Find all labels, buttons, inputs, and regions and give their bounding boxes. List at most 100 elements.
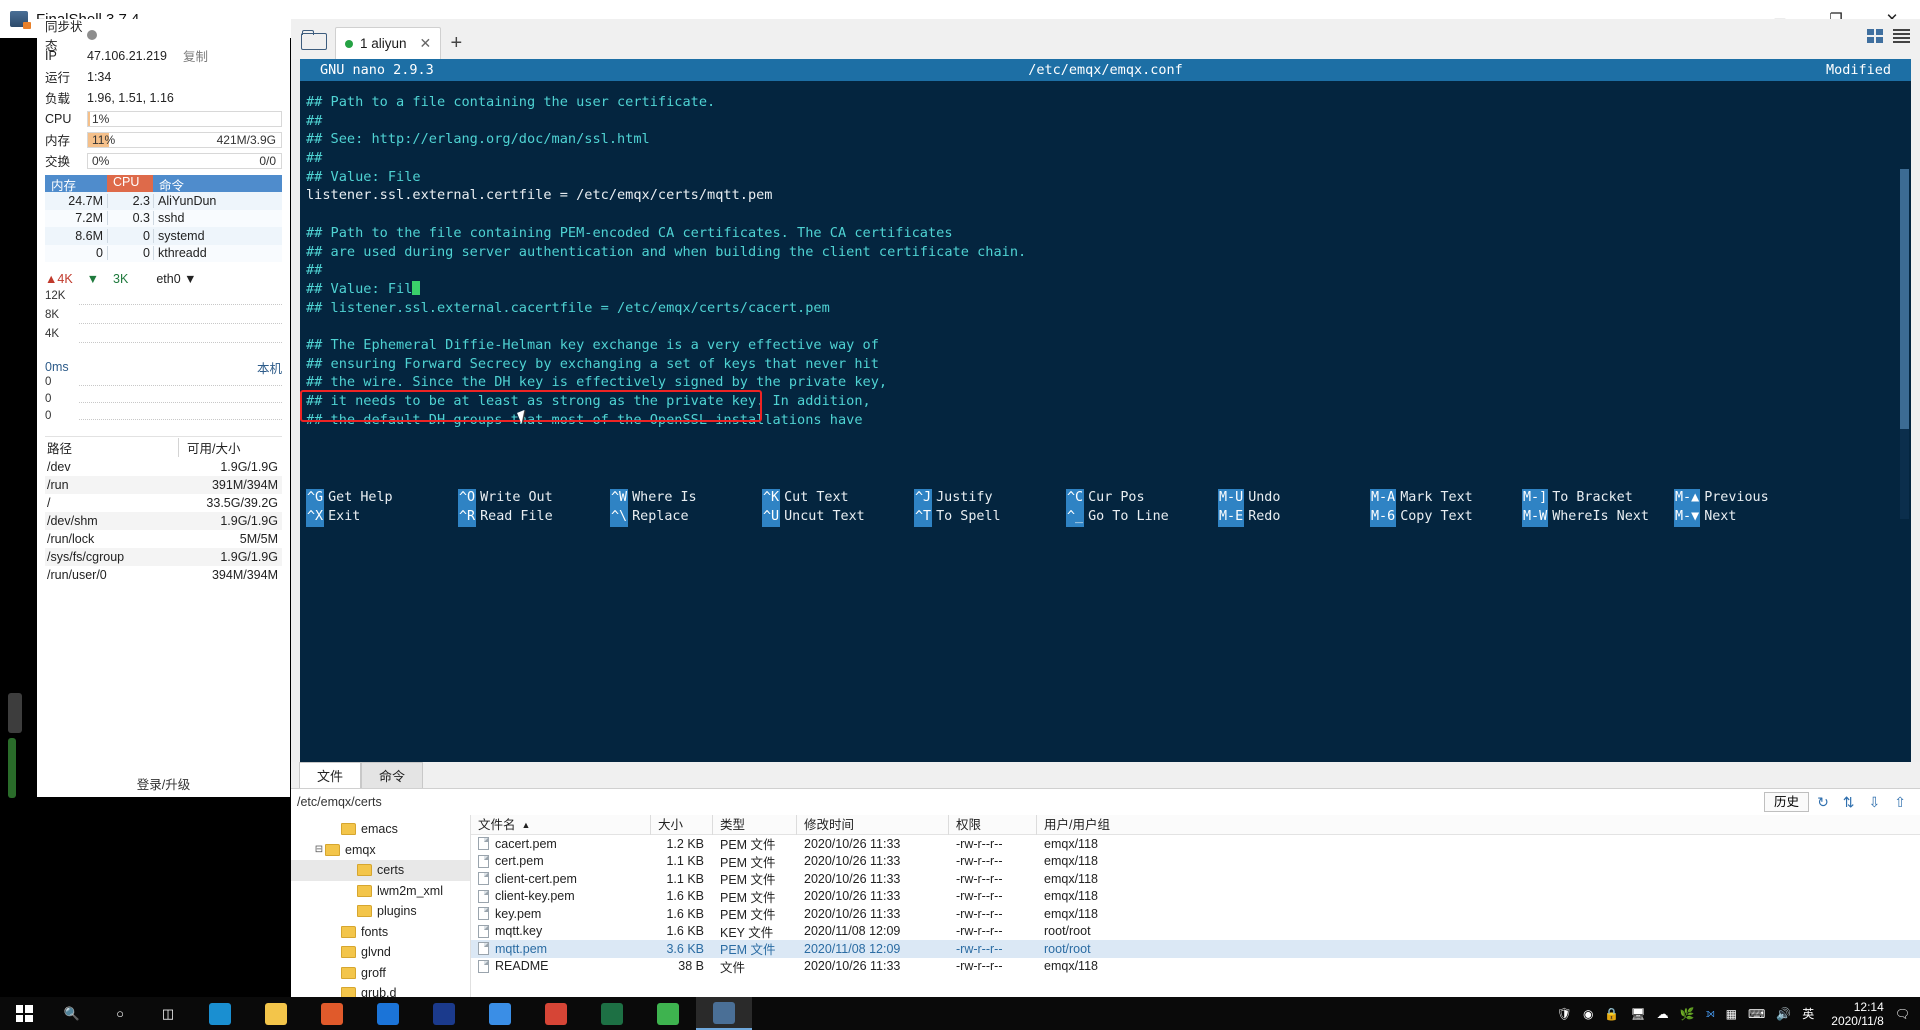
lock-icon[interactable]: 🔒 [1604,1007,1619,1021]
file-col-name[interactable]: 文件名 ▲ [471,815,651,835]
volume-icon[interactable]: 🔊 [1776,1007,1791,1021]
file-col-owner[interactable]: 用户/用户组 [1037,815,1157,835]
file-col-time[interactable]: 修改时间 [797,815,949,835]
mail-icon[interactable] [360,997,416,1030]
bluetooth-icon[interactable]: ⟕ [1706,1006,1715,1021]
taskbar-clock[interactable]: 12:14 2020/11/8 [1831,1000,1884,1028]
file-col-type[interactable]: 类型 [713,815,797,835]
keyboard-icon[interactable]: ⌨ [1748,1007,1765,1021]
process-row[interactable]: 8.6M0systemd [45,227,282,245]
path-history-button[interactable]: 历史 [1764,792,1809,812]
nano-shortcut[interactable]: M-UUndo [1218,489,1370,508]
tab-commands[interactable]: 命令 [361,762,423,788]
current-path[interactable]: /etc/emqx/certs [297,795,1764,809]
disk-col-path[interactable]: 路径 [45,438,178,457]
nano-shortcut[interactable]: ^TTo Spell [914,508,1066,527]
display-icon[interactable]: 🖥 [1630,1007,1645,1021]
disk-col-size[interactable]: 可用/大小 [178,438,282,457]
start-button[interactable] [0,997,48,1030]
disk-row[interactable]: /run/lock5M/5M [45,530,282,548]
upload-arrow-icon[interactable]: ⇅ [1843,794,1855,811]
network-interface-select[interactable]: eth0 ▼ [156,272,196,286]
tree-node[interactable]: plugins [291,901,470,922]
tree-node[interactable]: glvnd [291,942,470,963]
menu-icon[interactable] [1893,29,1910,43]
powershell-icon[interactable] [416,997,472,1030]
disk-row[interactable]: /sys/fs/cgroup1.9G/1.9G [45,548,282,566]
wps-icon[interactable] [528,997,584,1030]
process-col-mem[interactable]: 内存 [45,175,107,192]
search-button[interactable]: 🔍 [48,997,96,1030]
nano-shortcut[interactable]: M-ERedo [1218,508,1370,527]
nano-shortcut[interactable]: ^\Replace [610,508,762,527]
close-icon[interactable]: ✕ [420,35,432,52]
tree-node[interactable]: emacs [291,819,470,840]
file-row[interactable]: client-key.pem1.6 KBPEM 文件2020/10/26 11:… [471,888,1920,906]
disk-row[interactable]: /dev/shm1.9G/1.9G [45,512,282,530]
chrome-icon[interactable] [472,997,528,1030]
ime-indicator[interactable]: 英 [1802,1005,1814,1022]
leaf-icon[interactable]: 🌿 [1680,1007,1695,1021]
process-row[interactable]: 24.7M2.3AliYunDun [45,192,282,210]
tree-expander-icon[interactable]: ⊟ [313,844,325,855]
nano-shortcut[interactable]: ^CCur Pos [1066,489,1218,508]
file-row[interactable]: client-cert.pem1.1 KBPEM 文件2020/10/26 11… [471,870,1920,888]
file-row[interactable]: README38 B文件2020/10/26 11:33-rw-r--r--em… [471,958,1920,976]
nano-shortcut[interactable]: ^OWrite Out [458,489,610,508]
tree-node[interactable]: grub.d [291,983,470,997]
network-icon[interactable]: ▦ [1726,1007,1737,1021]
file-col-perm[interactable]: 权限 [949,815,1037,835]
cortana-button[interactable]: ○ [96,997,144,1030]
disk-row[interactable]: /run/user/0394M/394M [45,566,282,584]
nano-shortcut[interactable]: M-]To Bracket [1522,489,1674,508]
file-row[interactable]: cert.pem1.1 KBPEM 文件2020/10/26 11:33-rw-… [471,853,1920,871]
nano-shortcut[interactable]: ^_Go To Line [1066,508,1218,527]
process-row[interactable]: 00kthreadd [45,245,282,263]
excel-icon[interactable] [584,997,640,1030]
wechat-icon[interactable] [640,997,696,1030]
new-tab-button[interactable]: + [441,27,471,59]
nano-shortcut[interactable]: ^WWhere Is [610,489,762,508]
finalshell-icon[interactable] [696,997,752,1030]
nano-shortcut[interactable]: ^KCut Text [762,489,914,508]
tab-files[interactable]: 文件 [299,762,361,788]
process-col-cmd[interactable]: 命令 [153,175,282,192]
copy-ip-button[interactable]: 复制 [183,46,208,65]
login-upgrade-link[interactable]: 登录/升级 [37,774,290,793]
nano-shortcut[interactable]: M-▲Previous [1674,489,1826,508]
file-row[interactable]: mqtt.pem3.6 KBPEM 文件2020/11/08 12:09-rw-… [471,940,1920,958]
file-row[interactable]: cacert.pem1.2 KBPEM 文件2020/10/26 11:33-r… [471,835,1920,853]
nano-shortcut[interactable]: M-AMark Text [1370,489,1522,508]
nano-shortcut[interactable]: ^XExit [306,508,458,527]
session-tab-aliyun[interactable]: 1 aliyun ✕ [335,27,441,59]
tree-node[interactable]: lwm2m_xml [291,881,470,902]
edge-handle[interactable] [8,693,22,733]
notification-icon[interactable]: 🗨 [1895,1007,1910,1021]
store-icon[interactable] [304,997,360,1030]
open-folder-button[interactable] [291,19,335,59]
edge-icon[interactable] [192,997,248,1030]
task-view-button[interactable]: ◫ [144,997,192,1030]
cloud-icon[interactable]: ☁ [1657,1007,1669,1021]
file-row[interactable]: key.pem1.6 KBPEM 文件2020/10/26 11:33-rw-r… [471,905,1920,923]
tree-node[interactable]: fonts [291,922,470,943]
process-col-cpu[interactable]: CPU [107,175,153,192]
disk-row[interactable]: /33.5G/39.2G [45,494,282,512]
nano-shortcut[interactable]: ^JJustify [914,489,1066,508]
tree-node[interactable]: certs [291,860,470,881]
tree-node[interactable]: groff [291,963,470,984]
disk-row[interactable]: /dev1.9G/1.9G [45,458,282,476]
nano-shortcut[interactable]: ^GGet Help [306,489,458,508]
process-row[interactable]: 7.2M0.3sshd [45,210,282,228]
nano-shortcut[interactable]: M-WWhereIs Next [1522,508,1674,527]
nano-shortcut[interactable]: ^UUncut Text [762,508,914,527]
nano-shortcut[interactable]: M-6Copy Text [1370,508,1522,527]
file-col-size[interactable]: 大小 [651,815,713,835]
nano-shortcut[interactable]: M-▼Next [1674,508,1826,527]
shield-icon[interactable]: 🛡 [1557,1007,1572,1021]
download-icon[interactable]: ⇩ [1869,794,1881,811]
upload-icon[interactable]: ⇧ [1894,794,1906,811]
chrome-tray-icon[interactable]: ◉ [1583,1007,1593,1021]
file-row[interactable]: mqtt.key1.6 KBKEY 文件2020/11/08 12:09-rw-… [471,923,1920,941]
terminal-scrollbar[interactable] [1900,169,1909,519]
